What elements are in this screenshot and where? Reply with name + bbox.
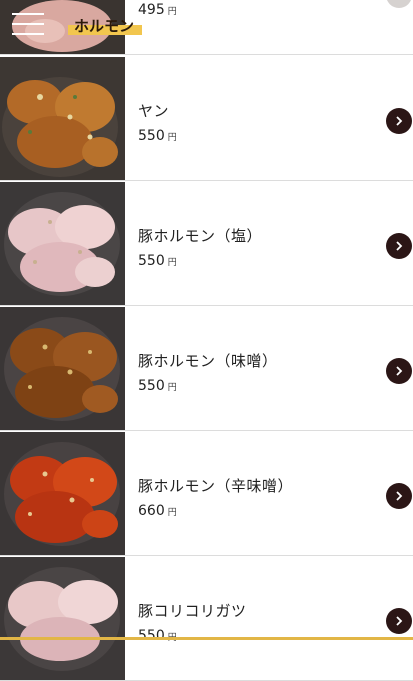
menu-bar	[12, 33, 44, 35]
menu-item-row[interactable]: 豚ホルモン（辛味噌） 660 円	[0, 432, 413, 556]
yen-unit: 円	[167, 258, 177, 268]
price-value: 550	[138, 253, 165, 269]
item-name: 豚コリコリガツ	[138, 602, 247, 620]
item-name: 豚ホルモン（味噌）	[138, 352, 278, 370]
item-price: 550円	[138, 375, 177, 394]
chevron-right-icon[interactable]	[386, 108, 412, 134]
price-value: 550	[138, 628, 165, 644]
menu-bar	[12, 13, 44, 15]
price-value: 495	[138, 2, 165, 18]
price-value: 660	[138, 503, 165, 519]
chevron-right-icon[interactable]	[386, 0, 412, 8]
menu-item-row[interactable]: 495 円	[0, 0, 413, 55]
yen-unit: 円	[167, 383, 177, 393]
chevron-right-icon[interactable]	[386, 358, 412, 384]
category-title: ホルモン	[68, 17, 143, 35]
chevron-right-icon[interactable]	[386, 233, 412, 259]
hamburger-menu-icon[interactable]	[0, 0, 56, 48]
item-price: 550円	[138, 125, 177, 144]
item-photo	[0, 307, 125, 430]
item-name: 豚ホルモン（辛味噌）	[138, 477, 294, 495]
yen-unit: 円	[167, 508, 177, 518]
price-value: 550	[138, 378, 165, 394]
yen-unit: 円	[167, 7, 177, 17]
item-name: 豚ホルモン（塩）	[138, 227, 263, 245]
item-photo	[0, 57, 125, 180]
item-price: 660 円	[138, 500, 177, 519]
item-price: 495 円	[138, 0, 177, 18]
item-name: ヤン	[138, 102, 170, 120]
menu-bar	[12, 23, 44, 25]
item-photo	[0, 557, 125, 680]
menu-item-row[interactable]: 豚コリコリガツ 550円	[0, 557, 413, 681]
chevron-right-icon[interactable]	[386, 608, 412, 634]
yen-unit: 円	[167, 133, 177, 143]
price-value: 550	[138, 128, 165, 144]
item-price: 550円	[138, 250, 177, 269]
item-photo	[0, 432, 125, 555]
menu-item-row[interactable]: 豚ホルモン（味噌） 550 円	[0, 307, 413, 431]
menu-item-row[interactable]: ヤン 550 円	[0, 57, 413, 181]
item-price: 550円	[138, 625, 177, 644]
item-photo	[0, 182, 125, 305]
menu-item-row[interactable]: 豚ホルモン（塩） 550 円	[0, 182, 413, 306]
chevron-right-icon[interactable]	[386, 483, 412, 509]
